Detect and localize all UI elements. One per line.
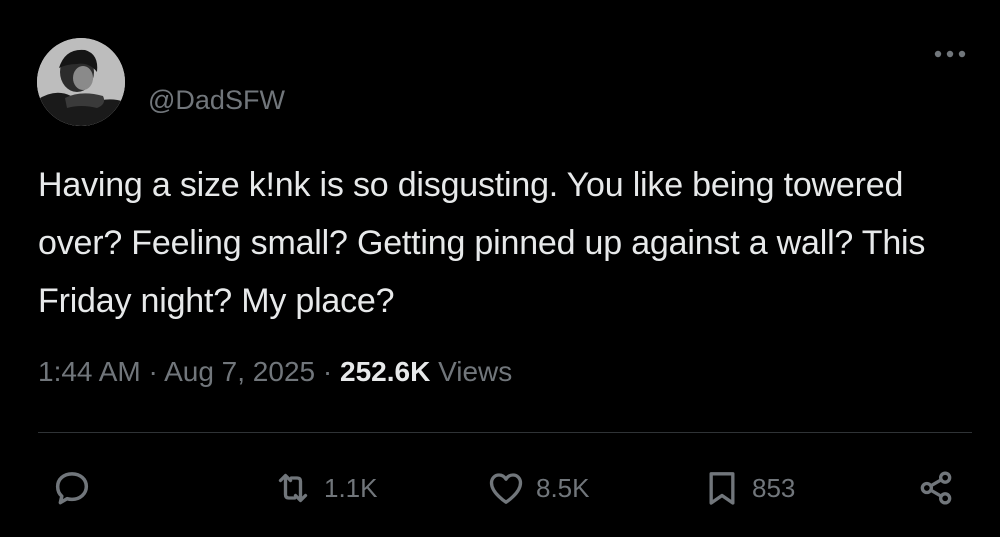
bookmark-button[interactable]: 853: [700, 468, 795, 508]
like-count: 8.5K: [536, 473, 590, 503]
retweet-icon: [270, 468, 316, 508]
avatar-photo: [37, 38, 125, 126]
tweet-text: Having a size k!nk is so disgusting. You…: [38, 166, 926, 320]
reply-button[interactable]: [50, 468, 102, 508]
timestamp-time[interactable]: 1:44 AM: [38, 356, 141, 387]
retweet-button[interactable]: 1.1K: [270, 468, 378, 508]
retweet-count: 1.1K: [324, 473, 378, 503]
user-handle[interactable]: @DadSFW: [148, 84, 285, 116]
tweet-metadata: 1:44 AM · Aug 7, 2025 · 252.6K Views: [38, 352, 512, 392]
like-button[interactable]: 8.5K: [484, 468, 590, 508]
bookmark-icon: [700, 468, 744, 508]
views-label: Views: [438, 356, 513, 387]
heart-icon: [484, 468, 528, 508]
divider: [38, 432, 972, 433]
meta-separator: ·: [322, 356, 333, 387]
more-dots-icon: [934, 50, 966, 58]
bookmark-count: 853: [752, 473, 796, 503]
avatar[interactable]: [37, 38, 125, 126]
timestamp-date[interactable]: Aug 7, 2025: [164, 356, 315, 387]
share-button[interactable]: [912, 468, 968, 508]
meta-separator: ·: [148, 356, 158, 387]
more-options-button[interactable]: [930, 42, 970, 66]
tweet-detail: @DadSFW Having a size k!nk is so disgust…: [0, 0, 1000, 537]
views-count: 252.6K: [340, 356, 431, 387]
share-icon: [912, 468, 960, 508]
reply-icon: [50, 468, 94, 508]
